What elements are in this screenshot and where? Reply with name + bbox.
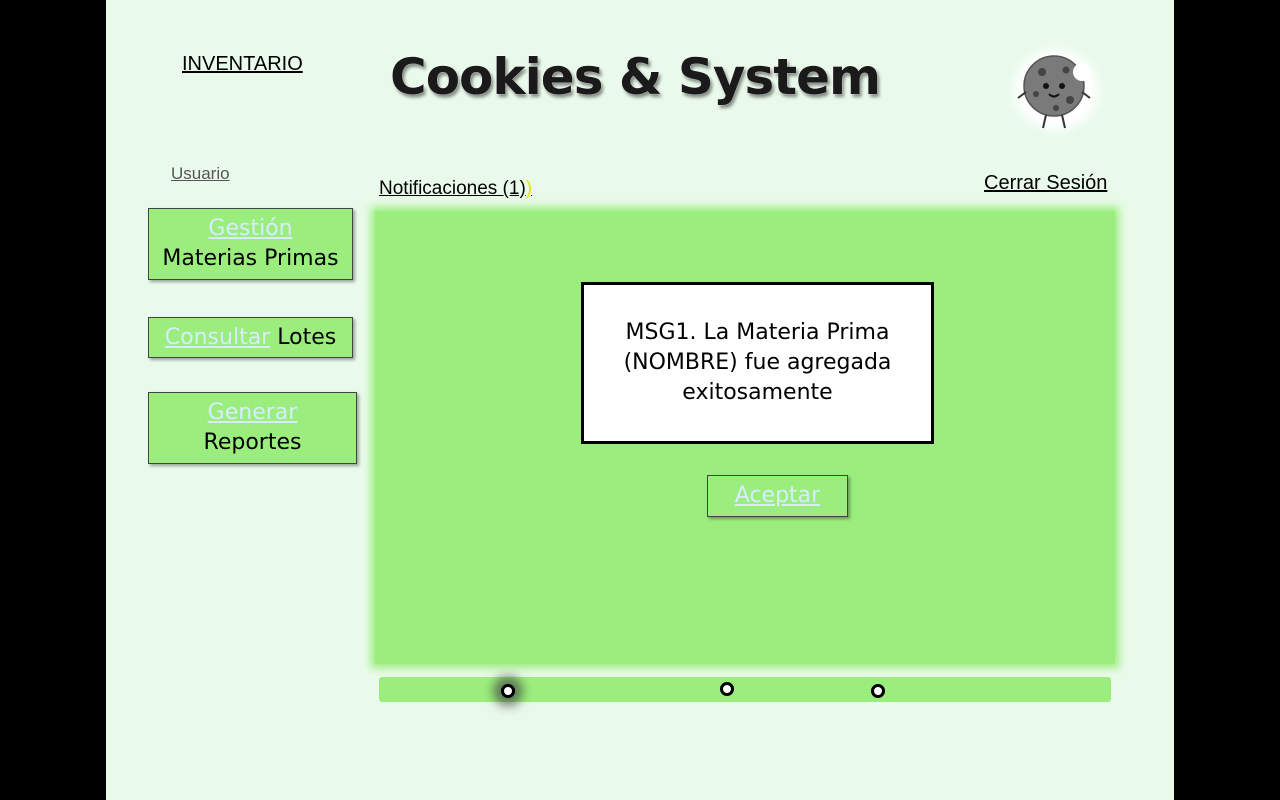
nav-dot-3[interactable] — [871, 684, 885, 698]
success-message-dialog: MSG1. La Materia Prima (NOMBRE) fue agre… — [581, 282, 934, 444]
nav-generar-link[interactable]: Generar — [208, 398, 298, 428]
usuario-link[interactable]: Usuario — [171, 164, 230, 184]
nav-consultar-link[interactable]: Consultar — [165, 325, 270, 350]
nav-consultar-lotes-button[interactable]: Consultar Lotes — [148, 317, 353, 358]
logout-link[interactable]: Cerrar Sesión — [984, 172, 1107, 195]
nav-gestion-label: Materias Primas — [162, 246, 339, 271]
notifications-trailing: ) — [525, 178, 533, 199]
notifications-label: Notificaciones (1) — [379, 178, 526, 199]
accept-button[interactable]: Aceptar — [707, 475, 848, 517]
nav-dot-2[interactable] — [720, 682, 734, 696]
cookie-mascot-icon — [1007, 43, 1105, 137]
nav-gestion-materias-primas-button[interactable]: Gestión Materias Primas — [148, 208, 353, 280]
notifications-link[interactable]: Notificaciones (1)) — [379, 178, 532, 200]
nav-gestion-link[interactable]: Gestión — [208, 214, 292, 244]
nav-generar-reportes-button[interactable]: Generar Reportes — [148, 392, 357, 464]
nav-dot-1[interactable] — [501, 684, 515, 698]
success-message-text: MSG1. La Materia Prima (NOMBRE) fue agre… — [623, 320, 892, 405]
app-title: Cookies & System — [389, 48, 881, 107]
slide-navigation-bar — [379, 677, 1111, 702]
inventario-link[interactable]: INVENTARIO — [182, 53, 303, 76]
nav-generar-label: Reportes — [203, 430, 302, 455]
nav-consultar-label: Lotes — [277, 324, 337, 350]
